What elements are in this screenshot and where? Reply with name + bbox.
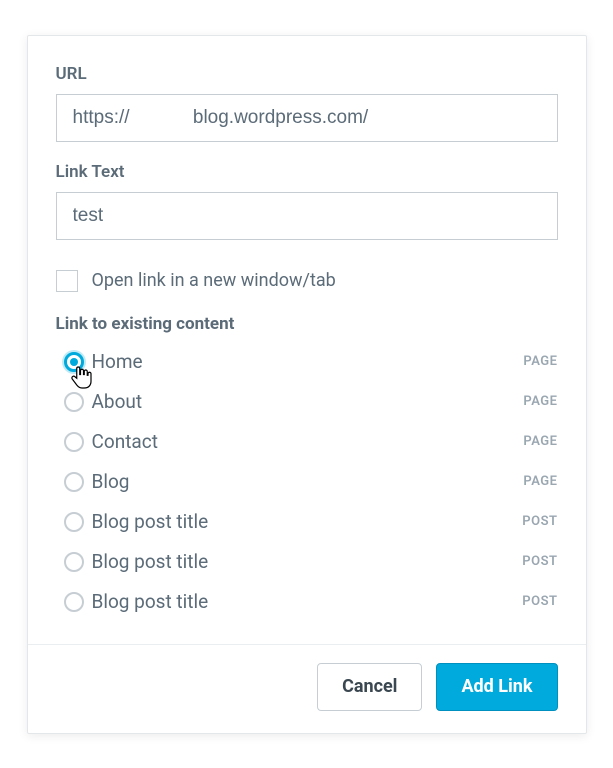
url-label: URL [56,64,558,84]
content-item-label: Blog post title [92,550,523,573]
content-item-contact[interactable]: Contact PAGE [56,424,558,460]
content-item-label: Blog [92,470,524,493]
content-item-post[interactable]: Blog post title POST [56,584,558,620]
content-item-home[interactable]: Home PAGE [56,344,558,380]
content-item-type: PAGE [523,354,557,369]
content-item-label: About [92,390,524,413]
content-item-type: PAGE [523,394,557,409]
link-text-label: Link Text [56,162,558,182]
content-item-type: PAGE [523,434,557,449]
url-group: URL [56,64,558,142]
content-item-label: Blog post title [92,510,523,533]
dialog-actions: Cancel Add Link [56,663,558,711]
radio-icon[interactable] [64,512,84,532]
url-input[interactable] [56,94,558,142]
link-dialog: URL Link Text Open link in a new window/… [27,35,587,734]
link-text-group: Link Text [56,162,558,240]
open-new-tab-row[interactable]: Open link in a new window/tab [56,270,558,292]
divider [28,644,586,645]
cancel-button[interactable]: Cancel [317,663,422,711]
radio-icon[interactable] [64,592,84,612]
radio-selected-icon[interactable] [64,352,84,372]
radio-icon[interactable] [64,392,84,412]
content-item-type: POST [522,554,557,569]
content-item-type: POST [522,514,557,529]
add-link-button[interactable]: Add Link [436,663,557,711]
open-new-tab-label: Open link in a new window/tab [92,270,336,291]
existing-content-list: Home PAGE About PAGE Contact PAGE Blog P… [56,344,558,620]
content-item-label: Contact [92,430,524,453]
content-item-post[interactable]: Blog post title POST [56,504,558,540]
radio-icon[interactable] [64,472,84,492]
content-item-type: POST [522,594,557,609]
content-item-about[interactable]: About PAGE [56,384,558,420]
content-item-label: Home [92,350,524,373]
radio-icon[interactable] [64,552,84,572]
content-item-label: Blog post title [92,590,523,613]
open-new-tab-checkbox[interactable] [56,270,78,292]
existing-content-heading: Link to existing content [56,314,558,334]
link-text-input[interactable] [56,192,558,240]
content-item-post[interactable]: Blog post title POST [56,544,558,580]
radio-icon[interactable] [64,432,84,452]
content-item-blog[interactable]: Blog PAGE [56,464,558,500]
content-item-type: PAGE [523,474,557,489]
